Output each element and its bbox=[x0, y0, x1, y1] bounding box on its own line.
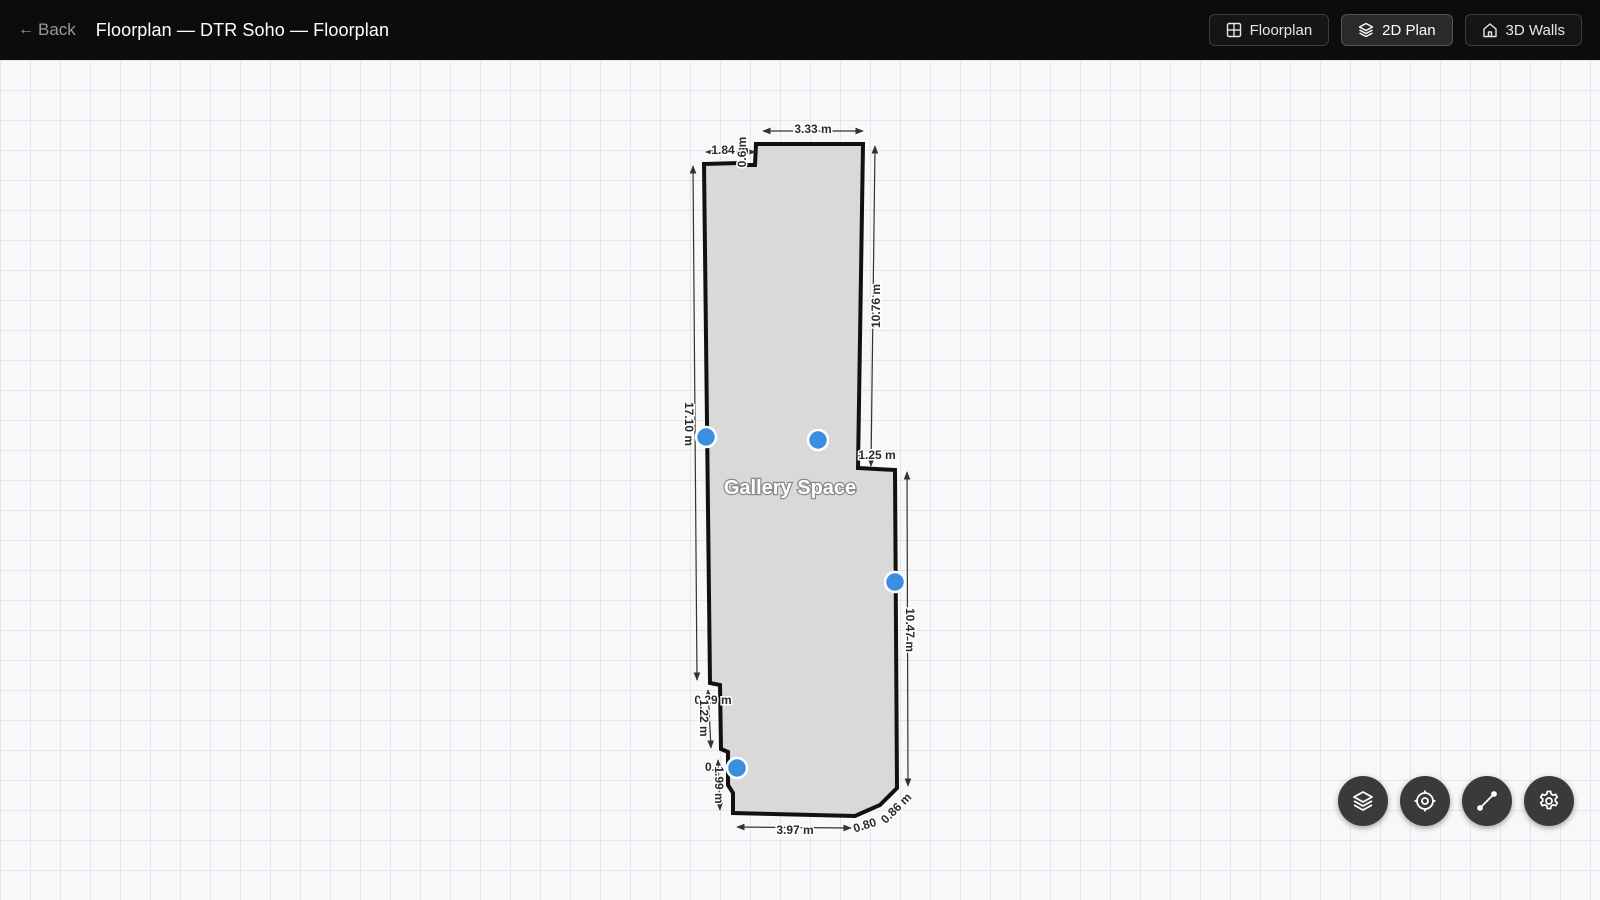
dim-right-step: 1.25 m bbox=[858, 448, 895, 462]
grid-icon bbox=[1226, 22, 1242, 38]
arrow-left-icon: ← bbox=[18, 21, 34, 38]
back-button[interactable]: ← Back bbox=[18, 20, 76, 40]
3d-walls-view-button[interactable]: 3D Walls bbox=[1464, 14, 1582, 46]
room-name-label: Gallery Space bbox=[724, 477, 856, 499]
layers-tool-button[interactable] bbox=[1338, 776, 1388, 826]
gear-icon bbox=[1537, 789, 1561, 813]
floorplan-view-label: Floorplan bbox=[1249, 21, 1313, 39]
dim-left-bottom: 1.99 m bbox=[712, 766, 726, 803]
plan-canvas[interactable]: 3.33 m 1.84 m 0.6 m 10.76 m 1.25 m 17.10… bbox=[0, 60, 1600, 900]
marker-point[interactable] bbox=[725, 756, 749, 780]
marker-point[interactable] bbox=[883, 570, 907, 594]
dim-left: 17.10 m bbox=[682, 402, 696, 446]
2d-plan-view-label: 2D Plan bbox=[1382, 21, 1436, 39]
ruler-line-icon bbox=[1475, 789, 1499, 813]
target-icon bbox=[1413, 789, 1437, 813]
settings-tool-button[interactable] bbox=[1524, 776, 1574, 826]
layers-icon bbox=[1358, 22, 1374, 38]
floorplan-drawing: 3.33 m 1.84 m 0.6 m 10.76 m 1.25 m 17.10… bbox=[681, 121, 919, 839]
back-label: Back bbox=[38, 20, 76, 39]
dim-top: 3.33 m bbox=[794, 122, 831, 136]
marker-point[interactable] bbox=[806, 428, 830, 452]
marker-point[interactable] bbox=[694, 425, 718, 449]
layers-icon bbox=[1351, 789, 1375, 813]
dim-top-notch: 0.6 m bbox=[735, 137, 749, 168]
dim-right-upper: 10.76 m bbox=[869, 284, 883, 328]
dim-left-lower: 1.22 m bbox=[697, 699, 711, 736]
dim-bottom: 3.97 m bbox=[776, 823, 813, 837]
2d-plan-view-button[interactable]: 2D Plan bbox=[1341, 14, 1453, 46]
top-bar: ← Back Floorplan — DTR Soho — Floorplan … bbox=[0, 0, 1600, 60]
3d-walls-view-label: 3D Walls bbox=[1505, 21, 1565, 39]
home-icon bbox=[1482, 22, 1498, 38]
floorplan-view-button[interactable]: Floorplan bbox=[1208, 14, 1330, 46]
target-tool-button[interactable] bbox=[1400, 776, 1450, 826]
dim-right-lower: 10.47 m bbox=[903, 608, 917, 652]
page-title: Floorplan — DTR Soho — Floorplan bbox=[95, 19, 390, 40]
measure-tool-button[interactable] bbox=[1462, 776, 1512, 826]
